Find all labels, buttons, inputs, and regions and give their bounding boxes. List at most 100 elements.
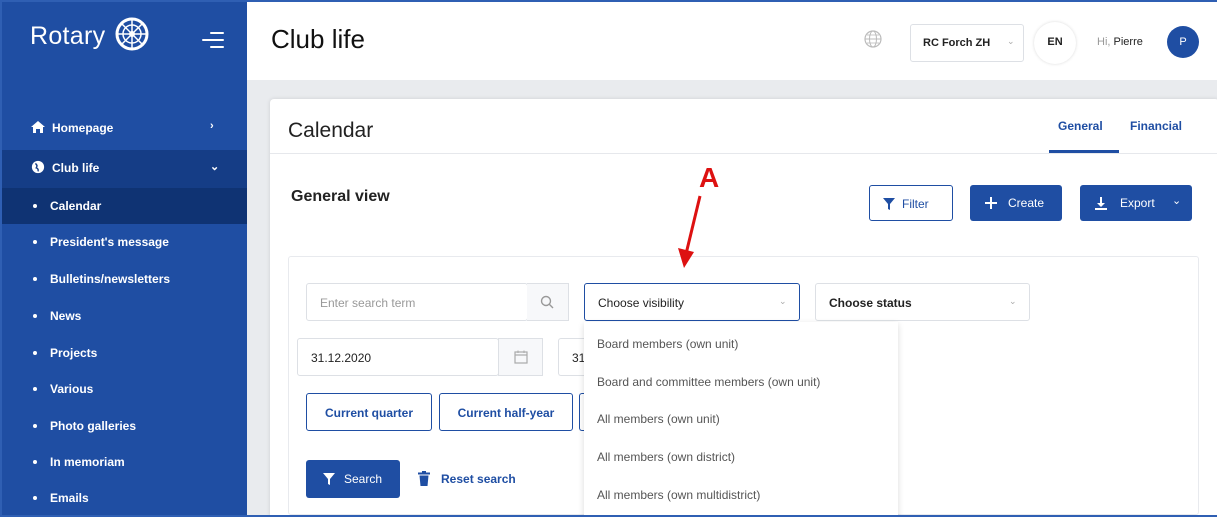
sidebar-item-presidents-message[interactable]: President's message xyxy=(2,224,247,260)
annotation-label: A xyxy=(699,162,720,193)
quick-label: Current half-year xyxy=(457,406,555,420)
reset-search-label: Reset search xyxy=(441,472,516,486)
visibility-option[interactable]: Board members (own unit) xyxy=(584,324,898,362)
annotation-arrow-icon xyxy=(678,195,702,268)
bullet-icon xyxy=(33,277,37,281)
current-quarter-button[interactable]: Current quarter xyxy=(306,393,432,431)
divider xyxy=(270,153,1217,154)
app-window: Rotary Homepage › Club life ⌄ Calendar P… xyxy=(0,0,1217,517)
sidebar-item-label: In memoriam xyxy=(50,455,125,469)
card-title: Calendar xyxy=(288,119,374,142)
sidebar-item-projects[interactable]: Projects xyxy=(2,335,247,371)
status-value: Choose status xyxy=(829,296,912,310)
sidebar-item-bulletins[interactable]: Bulletins/newsletters xyxy=(2,261,247,297)
visibility-value: Choose visibility xyxy=(598,296,685,310)
sidebar-item-label: President's message xyxy=(50,235,169,249)
date-picker-button[interactable] xyxy=(498,338,543,376)
sidebar-item-emails[interactable]: Emails xyxy=(2,480,247,515)
sidebar-item-label: Club life xyxy=(52,161,100,175)
visibility-option[interactable]: All members (own multidistrict) xyxy=(584,475,898,513)
sidebar-item-news[interactable]: News xyxy=(2,298,247,334)
search-label: Search xyxy=(344,472,383,486)
visibility-option[interactable]: All members (own district) xyxy=(584,437,898,475)
sidebar-item-calendar[interactable]: Calendar xyxy=(2,188,247,224)
menu-toggle-icon[interactable] xyxy=(198,30,224,50)
filter-icon xyxy=(883,198,895,210)
search-placeholder: Enter search term xyxy=(320,296,416,310)
sidebar-item-various[interactable]: Various xyxy=(2,371,247,407)
chevron-down-icon: ⌄ xyxy=(210,161,220,173)
home-icon xyxy=(31,121,45,133)
chevron-down-icon: ⌄ xyxy=(1009,296,1017,306)
search-icon-button[interactable] xyxy=(527,283,569,321)
sidebar-item-homepage[interactable]: Homepage › xyxy=(2,110,247,146)
chevron-down-icon: ⌄ xyxy=(1007,36,1015,46)
filter-label: Filter xyxy=(902,197,929,211)
export-label: Export xyxy=(1120,196,1155,210)
status-select[interactable]: Choose status ⌄ xyxy=(815,283,1030,321)
search-icon xyxy=(540,295,554,309)
sidebar-item-label: Emails xyxy=(50,491,89,505)
club-select[interactable]: RC Forch ZH ⌄ xyxy=(910,24,1024,62)
create-label: Create xyxy=(1008,196,1045,210)
sidebar-item-club-life[interactable]: Club life ⌄ xyxy=(2,150,247,186)
filter-button[interactable]: Filter xyxy=(869,185,953,221)
calendar-icon xyxy=(514,350,528,364)
greeting-prefix: Hi, xyxy=(1097,36,1111,48)
reset-search-button[interactable]: Reset search xyxy=(416,468,528,490)
chevron-right-icon: › xyxy=(210,120,214,132)
section-title: General view xyxy=(291,188,390,205)
export-button[interactable]: Export ⌄ xyxy=(1080,185,1192,221)
current-half-year-button[interactable]: Current half-year xyxy=(439,393,573,431)
tab-financial[interactable]: Financial xyxy=(1130,119,1182,133)
bullet-icon xyxy=(33,351,37,355)
top-header: Club life RC Forch ZH ⌄ EN Hi, Pierre P xyxy=(247,2,1217,80)
option-label: Board and committee members (own unit) xyxy=(597,375,821,389)
visibility-option[interactable]: Board and committee members (own unit) xyxy=(584,362,898,400)
create-button[interactable]: Create xyxy=(970,185,1062,221)
sidebar: Rotary Homepage › Club life ⌄ Calendar P… xyxy=(2,2,247,515)
chevron-down-icon: ⌄ xyxy=(779,296,787,306)
sidebar-item-label: Homepage xyxy=(52,121,114,135)
option-label: All members (own district) xyxy=(597,450,736,464)
visibility-option[interactable]: All members (own unit) xyxy=(584,399,898,437)
plus-icon xyxy=(985,197,997,209)
bullet-icon xyxy=(33,460,37,464)
bullet-icon xyxy=(33,387,37,391)
sidebar-item-in-memoriam[interactable]: In memoriam xyxy=(2,444,247,480)
option-label: Board members (own unit) xyxy=(597,337,739,351)
language-button[interactable]: EN xyxy=(1034,22,1076,64)
tab-general[interactable]: General xyxy=(1058,119,1103,133)
chevron-down-icon: ⌄ xyxy=(1172,195,1182,207)
visibility-dropdown: Board members (own unit) Board and commi… xyxy=(584,322,898,515)
search-input[interactable]: Enter search term xyxy=(306,283,528,321)
sidebar-item-photo-galleries[interactable]: Photo galleries xyxy=(2,408,247,444)
brand: Rotary xyxy=(2,2,247,90)
sidebar-item-label: Various xyxy=(50,382,94,396)
search-button[interactable]: Search xyxy=(306,460,400,498)
sidebar-item-label: Calendar xyxy=(50,199,102,213)
club-select-value: RC Forch ZH xyxy=(923,37,991,49)
sidebar-item-label: Bulletins/newsletters xyxy=(50,272,171,286)
option-label: All members (own unit) xyxy=(597,412,720,426)
user-name: Pierre xyxy=(1113,36,1143,48)
quick-label: Current quarter xyxy=(324,406,413,420)
filter-icon xyxy=(323,473,335,485)
date-from-input[interactable]: 31.12.2020 xyxy=(297,338,499,376)
sidebar-item-label: Projects xyxy=(50,346,98,360)
trash-icon xyxy=(418,471,430,486)
bullet-icon xyxy=(33,424,37,428)
sidebar-item-label: Photo galleries xyxy=(50,419,137,433)
bullet-icon xyxy=(33,496,37,500)
bullet-icon xyxy=(33,204,37,208)
brand-name: Rotary xyxy=(30,22,106,50)
page-title: Club life xyxy=(271,24,365,54)
language-label: EN xyxy=(1047,36,1063,48)
language-globe-icon[interactable] xyxy=(864,30,882,48)
sidebar-item-label: News xyxy=(50,309,82,323)
bullet-icon xyxy=(33,240,37,244)
bullet-icon xyxy=(33,314,37,318)
option-label: All members (own multidistrict) xyxy=(597,488,761,502)
avatar[interactable]: P xyxy=(1167,26,1199,58)
visibility-select[interactable]: Choose visibility ⌄ xyxy=(584,283,800,321)
